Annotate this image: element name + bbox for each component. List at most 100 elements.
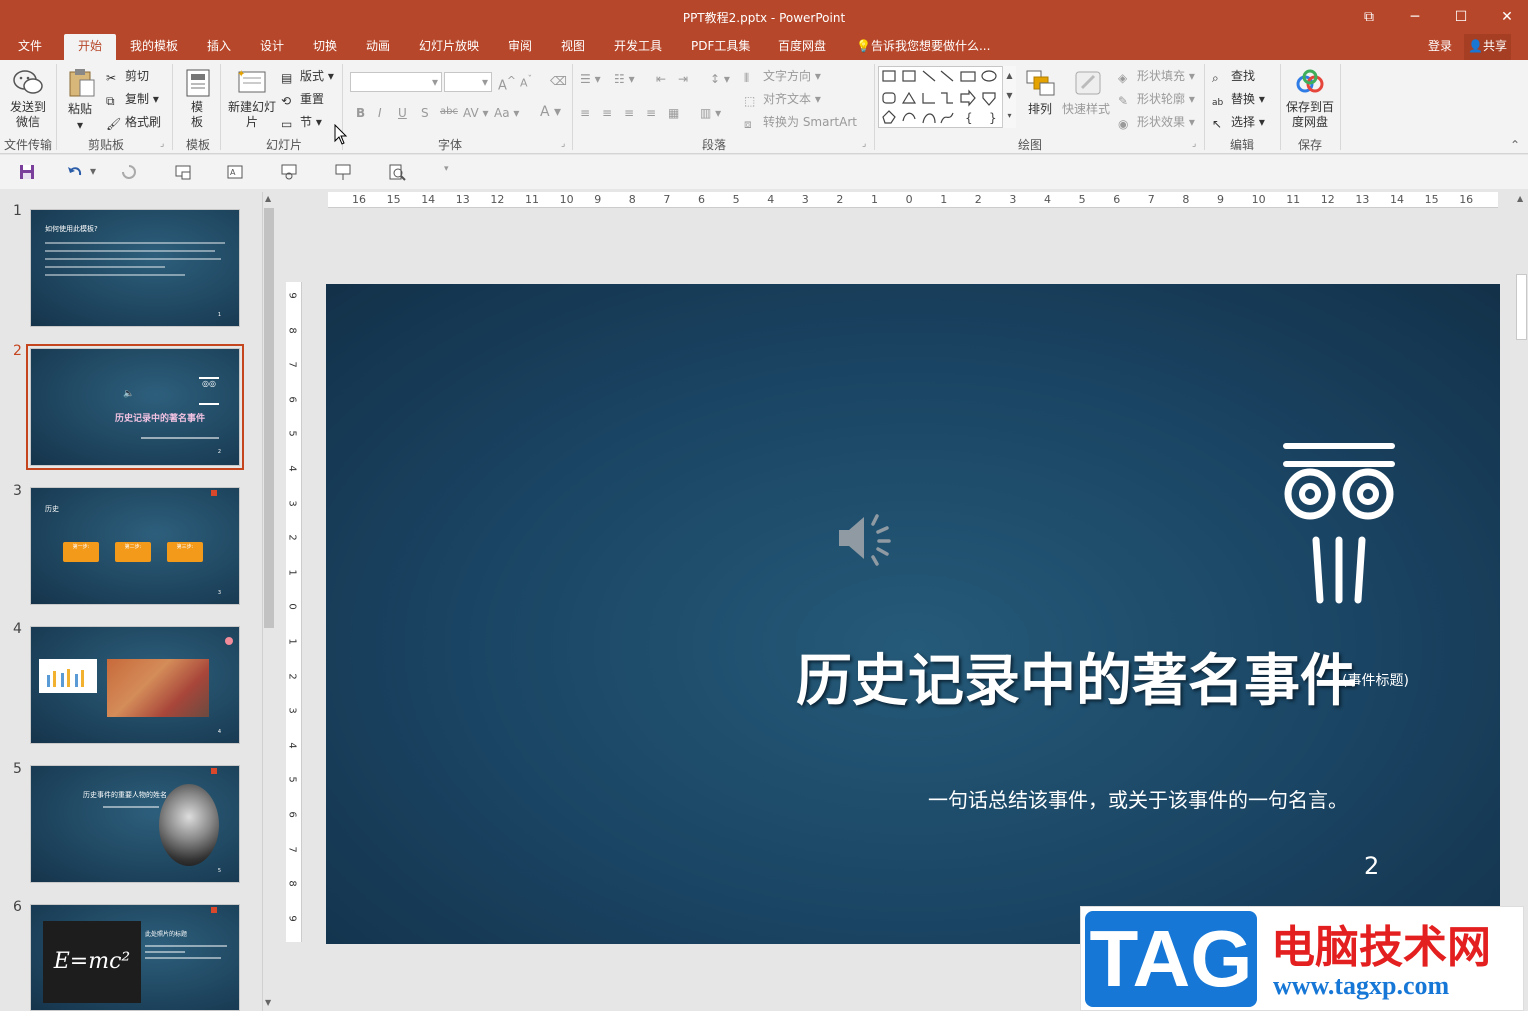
tab-my-templates[interactable]: 我的模板 [126,34,182,60]
increase-font-icon[interactable]: A^ [498,74,516,93]
shadow-icon[interactable]: S [421,106,429,120]
slide-thumbnail-3[interactable]: 历史 第一步: 第二步: 第三步: 3 [30,487,240,605]
bullets-icon[interactable]: ☰ ▾ [580,72,601,86]
align-center-icon[interactable]: ≡ [602,106,612,120]
font-name-combo[interactable]: ▾ [350,72,442,92]
slide-thumbnail-6[interactable]: E=mc² 此处照片的标题 [30,904,240,1011]
slide-thumbnail-4[interactable]: 4 [30,626,240,744]
scroll-up-icon[interactable]: ▲ [1517,194,1523,203]
italic-icon[interactable]: I [378,106,382,120]
slide-thumbnail-2[interactable]: 🔈 ◎◎ 历史记录中的著名事件 2 [26,344,244,470]
share-button[interactable]: 👤共享 [1464,34,1511,60]
tab-review[interactable]: 审阅 [504,34,536,60]
font-name-dropdown-icon[interactable]: ▾ [432,75,438,89]
clear-formatting-icon[interactable]: ⌫ [550,74,567,88]
slide-canvas[interactable]: 历史记录中的著名事件 (事件标题) 一句话总结该事件，或关于该事件的一句名言。 … [326,284,1500,944]
slide-thumbnail-5[interactable]: 历史事件的重要人物的姓名 5 [30,765,240,883]
shape-fill-button[interactable]: ◈ 形状填充 ▾ [1118,67,1195,85]
textbox-icon[interactable]: A [226,163,244,181]
shapes-gallery[interactable]: {} [878,66,1016,128]
numbering-icon[interactable]: ☷ ▾ [614,72,635,86]
collapse-ribbon-icon[interactable]: ⌃ [1510,138,1520,152]
arrange-button[interactable]: 排列 [1028,100,1052,117]
from-beginning-icon[interactable] [334,163,352,181]
replace-button[interactable]: ab 替换 ▾ [1212,90,1265,112]
font-size-dropdown-icon[interactable]: ▾ [482,75,488,89]
close-button[interactable]: ✕ [1484,0,1528,34]
tab-pdf-tools[interactable]: PDF工具集 [687,34,754,60]
scroll-down-icon[interactable]: ▼ [265,998,271,1007]
editor-scrollbar[interactable]: ▲ [1514,192,1528,1011]
slideshow-start-icon[interactable] [174,163,192,181]
undo-dropdown-icon[interactable]: ▾ [90,164,96,178]
presenter-icon[interactable] [280,163,298,181]
text-direction-button[interactable]: ⫴ 文字方向 ▾ [744,67,821,85]
shape-outline-button[interactable]: ✎ 形状轮廓 ▾ [1118,90,1195,108]
align-left-icon[interactable]: ≡ [580,106,590,120]
slide-title[interactable]: 历史记录中的著名事件 [796,636,1356,717]
tab-insert[interactable]: 插入 [203,34,235,60]
print-preview-icon[interactable] [388,163,406,181]
scroll-thumb[interactable] [1516,274,1527,340]
minimize-button[interactable]: ─ [1392,0,1438,34]
tab-view[interactable]: 视图 [557,34,589,60]
decrease-indent-icon[interactable]: ⇤ [656,72,666,86]
paste-dropdown-icon[interactable]: ▾ [77,118,83,132]
distributed-icon[interactable]: ▦ [668,106,679,120]
paste-button[interactable]: 粘贴 [68,100,92,117]
tab-slideshow[interactable]: 幻灯片放映 [415,34,483,60]
font-size-combo[interactable]: ▾ [444,72,492,92]
decrease-font-icon[interactable]: Aˇ [520,74,532,90]
section-button[interactable]: ▭ 节 ▾ [281,113,322,131]
slide-subtitle[interactable]: 一句话总结该事件，或关于该事件的一句名言。 [928,784,1348,813]
new-slide-button[interactable]: 新建幻灯片 [228,100,276,130]
change-case-icon[interactable]: Aa ▾ [494,106,519,120]
tab-baidu-netdisk[interactable]: 百度网盘 [774,34,830,60]
increase-indent-icon[interactable]: ⇥ [678,72,688,86]
strikethrough-icon[interactable]: abc [440,106,458,117]
align-text-button[interactable]: ⬚ 对齐文本 ▾ [744,90,821,108]
bold-icon[interactable]: B [356,106,365,120]
columns-icon[interactable]: ▥ ▾ [700,106,721,120]
tab-transitions[interactable]: 切换 [309,34,341,60]
char-spacing-icon[interactable]: AV ▾ [463,106,489,120]
cut-button[interactable]: ✂ 剪切 [106,67,149,85]
line-spacing-icon[interactable]: ↕ ▾ [710,72,730,86]
tab-developer[interactable]: 开发工具 [610,34,666,60]
maximize-button[interactable]: ☐ [1438,0,1484,34]
tab-design[interactable]: 设计 [256,34,288,60]
scroll-thumb[interactable] [264,208,274,628]
copy-button[interactable]: ⧉ 复制 ▾ [106,90,159,108]
select-button[interactable]: ↖ 选择 ▾ [1212,113,1265,131]
shape-effects-button[interactable]: ◉ 形状效果 ▾ [1118,113,1195,131]
paragraph-launcher-icon[interactable]: ⌟ [862,139,866,149]
convert-smartart-button[interactable]: ⧈ 转换为 SmartArt [744,113,857,131]
thumbnail-scrollbar[interactable]: ▲ ▼ [262,192,276,1011]
reset-button[interactable]: ⟲ 重置 [281,90,324,108]
send-to-wechat-button[interactable]: 发送到微信 [8,100,48,130]
underline-icon[interactable]: U [398,106,407,120]
login-link[interactable]: 登录 [1424,34,1456,60]
save-to-baidu-button[interactable]: 保存到百度网盘 [1284,100,1336,130]
find-button[interactable]: ⌕ 查找 [1212,67,1255,85]
undo-icon[interactable] [66,163,84,181]
tab-home[interactable]: 开始 [64,34,116,60]
scroll-up-icon[interactable]: ▲ [265,194,271,203]
font-color-icon[interactable]: A ▾ [540,104,561,120]
format-painter-button[interactable]: 🖌 格式刷 [106,113,161,131]
quick-styles-button[interactable]: 快速样式 [1062,100,1110,117]
template-button[interactable]: 模板 [191,100,205,130]
slide-thumbnail-1[interactable]: 如何使用此模板? 1 [30,209,240,327]
save-icon[interactable] [18,163,36,181]
clipboard-launcher-icon[interactable]: ⌟ [160,139,164,149]
customize-qat-icon[interactable]: ▾ [444,164,449,174]
shapes-gallery-scroll[interactable]: ▲ ▼ ▾ [1002,66,1016,128]
tell-me-box[interactable]: 💡告诉我您想要做什么... [852,34,994,60]
redo-icon[interactable] [120,163,138,181]
layout-button[interactable]: ▤ 版式 ▾ [281,67,334,85]
ribbon-display-options-icon[interactable]: ⧉ [1346,0,1392,34]
justify-icon[interactable]: ≡ [646,106,656,120]
drawing-launcher-icon[interactable]: ⌟ [1192,139,1196,149]
align-right-icon[interactable]: ≡ [624,106,634,120]
tab-file[interactable]: 文件 [14,34,46,60]
